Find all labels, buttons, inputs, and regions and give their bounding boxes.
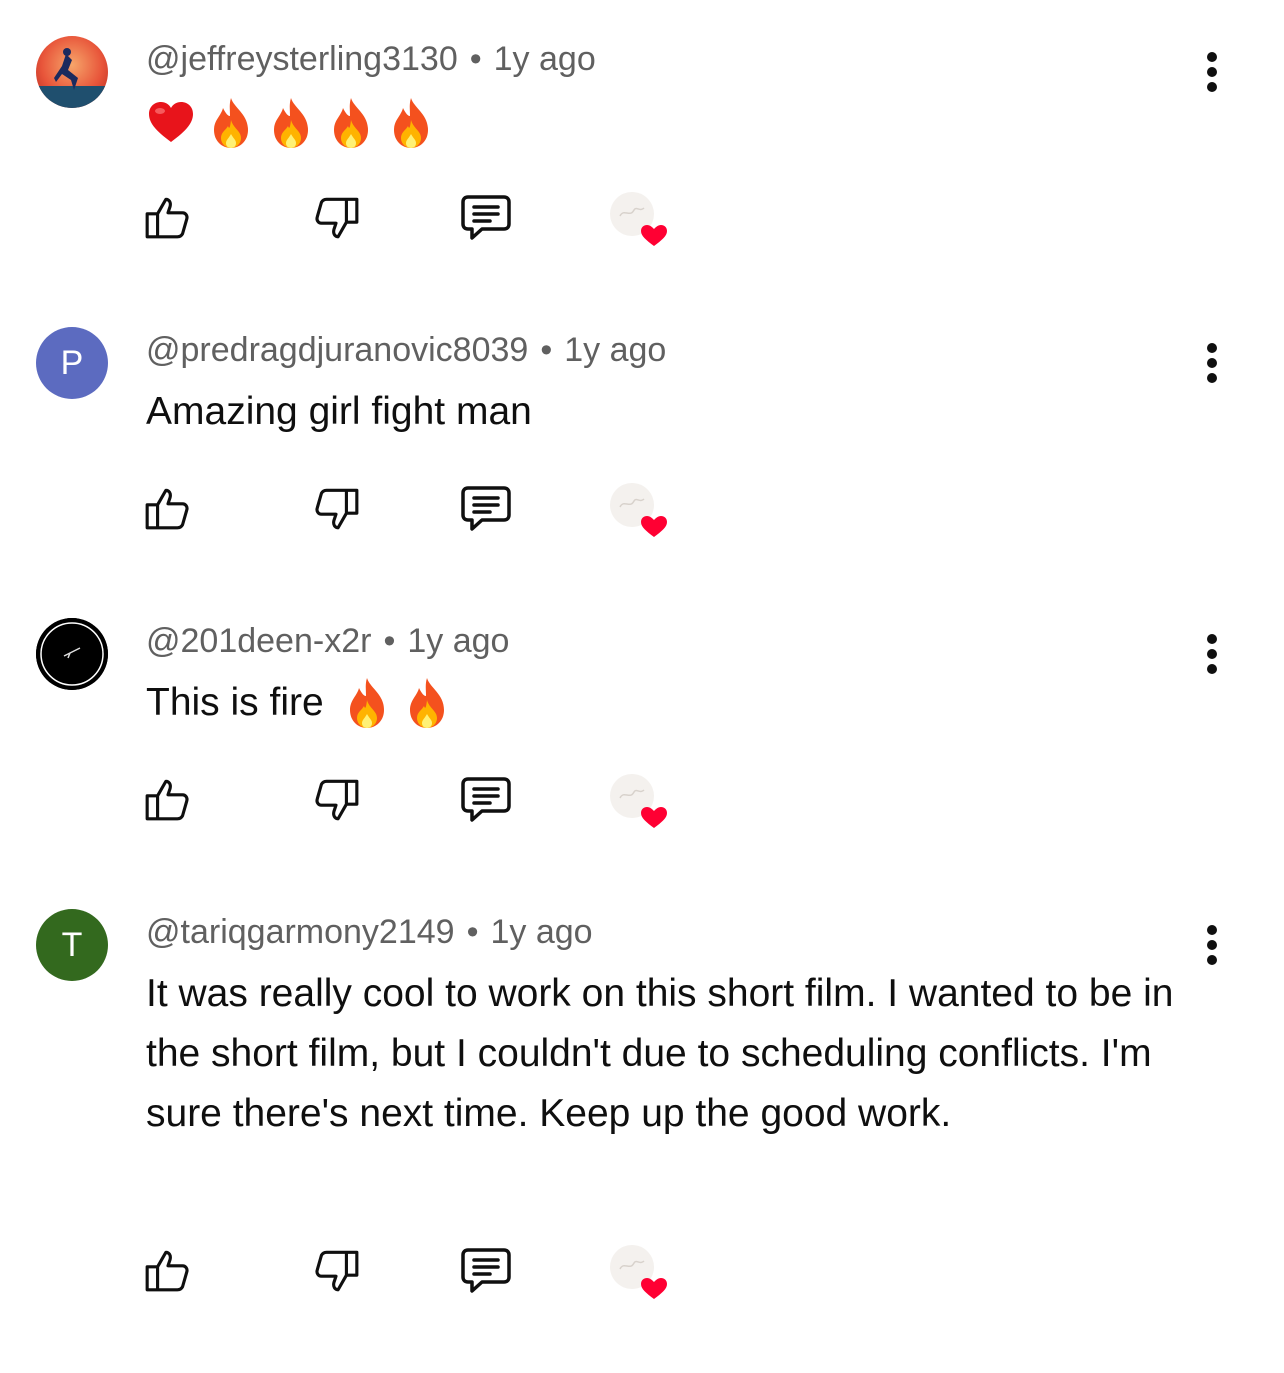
reply-icon: [461, 486, 511, 531]
more-vert-icon: [1207, 52, 1217, 92]
like-button[interactable]: [140, 190, 196, 246]
emoji-group: [342, 676, 452, 730]
more-vert-icon: [1207, 634, 1217, 674]
comment-actions: [140, 1243, 700, 1303]
thumbs-down-icon: [315, 1250, 359, 1292]
comment-meta: @predragdjuranovic8039 • 1y ago: [146, 331, 666, 370]
thumbs-up-icon: [145, 488, 189, 530]
creator-heart-icon: [610, 483, 667, 537]
more-vert-icon: [1207, 343, 1217, 383]
separator-dot: •: [466, 913, 479, 951]
creator-heart: [608, 481, 672, 541]
avatar-image-icon: [36, 618, 108, 690]
dislike-button[interactable]: [308, 190, 364, 246]
comment-author[interactable]: @201deen-x2r: [146, 622, 371, 660]
comment-text: This is fire: [146, 673, 1206, 733]
comment-actions: [140, 190, 700, 250]
fire-icon: [394, 98, 428, 148]
separator-dot: •: [383, 622, 396, 660]
comment-actions: [140, 481, 700, 541]
creator-heart-icon: [610, 192, 667, 246]
avatar[interactable]: P: [36, 327, 108, 399]
reply-button[interactable]: [458, 772, 514, 828]
comment-text-content: This is fire: [146, 681, 324, 724]
more-options-button[interactable]: [1196, 920, 1228, 970]
comment-time: 1y ago: [407, 622, 510, 660]
comment-time: 1y ago: [493, 40, 596, 78]
dislike-button[interactable]: [308, 1243, 364, 1299]
avatar-image-icon: [36, 36, 108, 108]
creator-heart: [608, 1243, 672, 1303]
fire-icon: [334, 98, 368, 148]
thumbs-up-icon: [145, 1250, 189, 1292]
separator-dot: •: [469, 40, 482, 78]
avatar[interactable]: [36, 36, 108, 108]
comment-meta: @tariqgarmony2149 • 1y ago: [146, 913, 593, 952]
creator-heart: [608, 190, 672, 250]
comment-author[interactable]: @tariqgarmony2149: [146, 913, 455, 951]
avatar-letter: T: [61, 925, 83, 964]
reply-icon: [461, 777, 511, 822]
reply-button[interactable]: [458, 1243, 514, 1299]
reply-icon: [461, 195, 511, 240]
more-options-button[interactable]: [1196, 338, 1228, 388]
like-button[interactable]: [140, 481, 196, 537]
like-button[interactable]: [140, 772, 196, 828]
thumbs-down-icon: [315, 779, 359, 821]
reply-button[interactable]: [458, 190, 514, 246]
fire-icon: [409, 678, 444, 728]
fire-icon: [349, 678, 384, 728]
comment-author[interactable]: @predragdjuranovic8039: [146, 331, 528, 369]
comment-actions: [140, 772, 700, 832]
like-button[interactable]: [140, 1243, 196, 1299]
avatar[interactable]: T: [36, 909, 108, 981]
comment-author[interactable]: @jeffreysterling3130: [146, 40, 458, 78]
more-vert-icon: [1207, 925, 1217, 965]
comment-meta: @jeffreysterling3130 • 1y ago: [146, 40, 596, 79]
fire-icon: [274, 98, 308, 148]
avatar[interactable]: [36, 618, 108, 690]
thumbs-up-icon: [145, 779, 189, 821]
comment-text: [146, 96, 436, 150]
more-options-button[interactable]: [1196, 629, 1228, 679]
thumbs-up-icon: [145, 197, 189, 239]
avatar-letter: P: [60, 343, 84, 382]
fire-icon: [214, 98, 248, 148]
more-options-button[interactable]: [1196, 47, 1228, 97]
reply-button[interactable]: [458, 481, 514, 537]
reply-icon: [461, 1248, 511, 1293]
thumbs-down-icon: [315, 197, 359, 239]
comment-text: Amazing girl fight man: [146, 390, 532, 433]
creator-heart-icon: [610, 774, 667, 828]
dislike-button[interactable]: [308, 772, 364, 828]
comment-time: 1y ago: [564, 331, 667, 369]
comment-time: 1y ago: [490, 913, 593, 951]
red-heart-icon: [149, 102, 193, 142]
creator-heart-icon: [610, 1245, 667, 1299]
dislike-button[interactable]: [308, 481, 364, 537]
thumbs-down-icon: [315, 488, 359, 530]
separator-dot: •: [540, 331, 553, 369]
creator-heart: [608, 772, 672, 832]
comment-text: It was really cool to work on this short…: [146, 972, 1174, 1135]
comment-meta: @201deen-x2r • 1y ago: [146, 622, 509, 661]
